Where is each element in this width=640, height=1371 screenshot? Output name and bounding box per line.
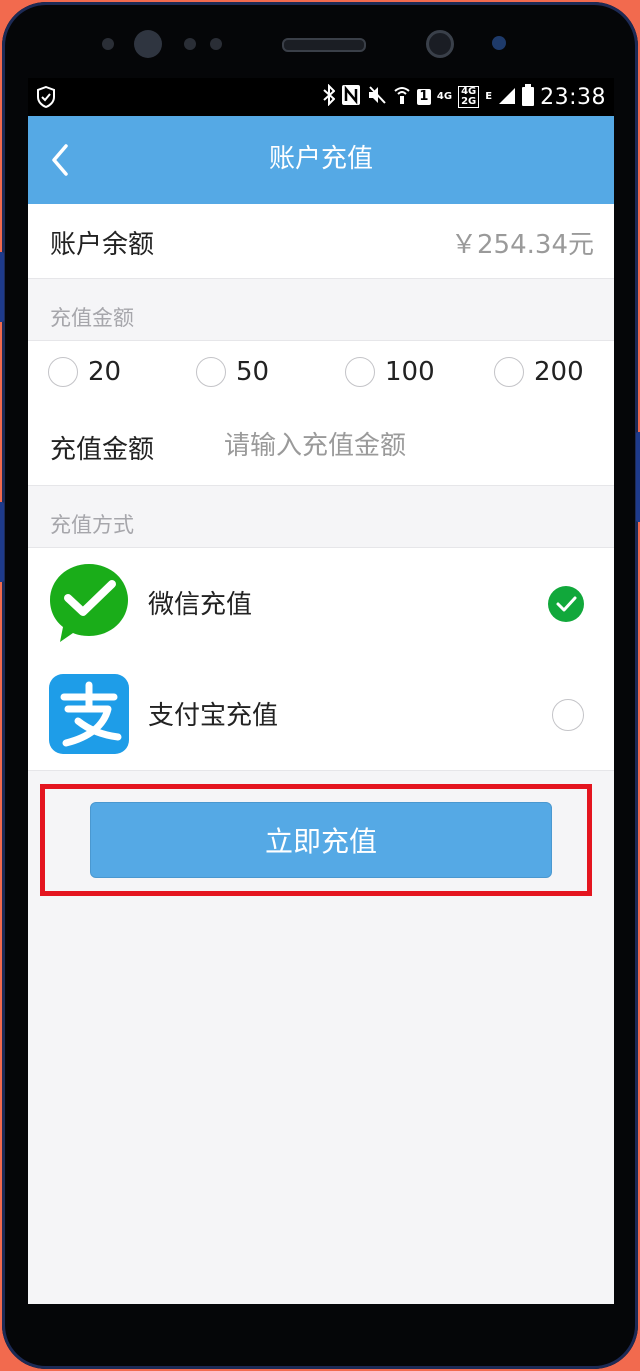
network-e-label: E xyxy=(485,91,493,102)
page-title: 账户充值 xyxy=(268,144,373,174)
proximity-sensor xyxy=(492,36,506,50)
amount-option-label: 50 xyxy=(236,357,270,387)
wechat-icon xyxy=(48,562,130,644)
bottom-bezel xyxy=(28,1304,614,1334)
radio-unchecked-icon[interactable] xyxy=(48,357,78,387)
front-camera xyxy=(426,30,454,58)
signal-icon xyxy=(498,85,516,109)
amount-section-header: 充值金额 xyxy=(50,306,134,330)
alipay-icon xyxy=(48,673,130,755)
network-2g-small: 2G xyxy=(461,96,477,107)
battery-icon xyxy=(522,84,535,110)
amount-option-20[interactable]: 20 xyxy=(48,357,121,387)
iris-sensor xyxy=(134,30,162,58)
recharge-now-button[interactable]: 立即充值 xyxy=(90,802,552,878)
amount-options-row: 20 50 100 200 xyxy=(28,340,614,408)
phone-frame: 1 4G 4G 2G E 23:38 账户充值 账户余额 ￥254.34元 充值… xyxy=(0,2,640,1369)
power-button xyxy=(636,432,640,522)
bluetooth-icon xyxy=(323,83,336,110)
payment-method-label: 微信充值 xyxy=(148,590,253,620)
status-bar: 1 4G 4G 2G E 23:38 xyxy=(28,78,614,116)
nfc-icon xyxy=(341,84,361,110)
sensor-dot xyxy=(102,38,114,50)
balance-label: 账户余额 xyxy=(50,230,155,260)
sensor-dot xyxy=(184,38,196,50)
dual-network-icon: 4G 2G xyxy=(458,86,480,108)
network-4g-label: 4G xyxy=(436,91,453,102)
amount-option-label: 20 xyxy=(88,357,122,387)
balance-row: 账户余额 ￥254.34元 xyxy=(28,204,614,279)
payment-section-header: 充值方式 xyxy=(50,513,134,537)
balance-value: ￥254.34元 xyxy=(451,230,594,260)
wifi-call-icon xyxy=(393,84,411,110)
screen: 1 4G 4G 2G E 23:38 账户充值 账户余额 ￥254.34元 充值… xyxy=(28,78,614,1304)
radio-unchecked-icon[interactable] xyxy=(552,699,584,731)
sensor-dot xyxy=(210,38,222,50)
amount-input[interactable] xyxy=(222,421,586,471)
radio-unchecked-icon[interactable] xyxy=(196,357,226,387)
amount-option-100[interactable]: 100 xyxy=(345,357,435,387)
radio-unchecked-icon[interactable] xyxy=(494,357,524,387)
checkmark-selected-icon[interactable] xyxy=(548,586,584,622)
sim-badge: 1 xyxy=(416,89,431,105)
payment-method-label: 支付宝充值 xyxy=(148,701,279,731)
payment-method-alipay[interactable]: 支付宝充值 xyxy=(28,659,614,771)
amount-option-label: 200 xyxy=(534,357,584,387)
status-icons: 1 4G 4G 2G E 23:38 xyxy=(323,83,606,110)
payment-method-wechat[interactable]: 微信充值 xyxy=(28,547,614,660)
earpiece-speaker xyxy=(282,38,366,52)
amount-input-label: 充值金额 xyxy=(50,435,155,465)
radio-unchecked-icon[interactable] xyxy=(345,357,375,387)
amount-option-label: 100 xyxy=(385,357,435,387)
amount-option-50[interactable]: 50 xyxy=(196,357,269,387)
bixby-button xyxy=(0,502,4,582)
amount-option-200[interactable]: 200 xyxy=(494,357,584,387)
mute-icon xyxy=(367,84,387,110)
clock: 23:38 xyxy=(540,84,606,110)
shield-icon xyxy=(36,85,56,112)
amount-input-row: 充值金额 xyxy=(28,407,614,486)
nav-bar: 账户充值 xyxy=(28,116,614,204)
volume-button xyxy=(0,252,4,322)
